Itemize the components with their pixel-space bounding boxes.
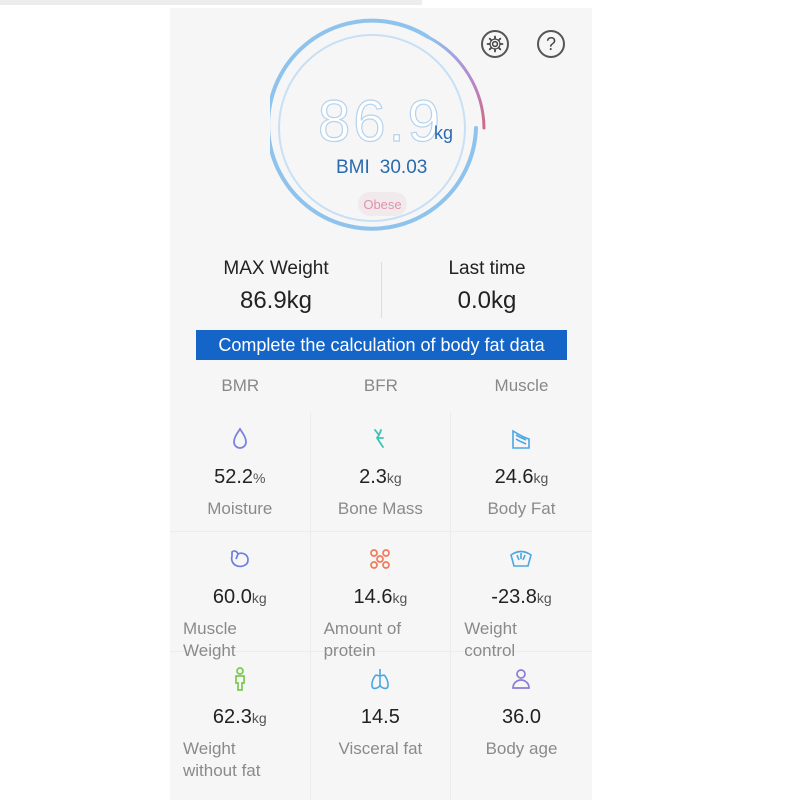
current-weight: 86.9 bbox=[317, 88, 443, 154]
body-fat-icon bbox=[512, 429, 531, 449]
max-weight-value: 86.9kg bbox=[239, 287, 313, 314]
settings-button[interactable] bbox=[481, 30, 509, 58]
metric-name: Moisture bbox=[207, 499, 273, 518]
metric-tabs: BMR BFR Muscle bbox=[170, 370, 592, 412]
help-button[interactable]: ? bbox=[537, 30, 565, 58]
body-metrics: BMR BFR Muscle 52.2% Moisture 2.3kg Bone… bbox=[170, 370, 592, 800]
metric-value: 14.6kg bbox=[353, 586, 408, 608]
last-time-label: Last time bbox=[448, 258, 526, 279]
metric-value: 24.6kg bbox=[494, 466, 549, 488]
max-weight-stat: MAX Weight 86.9kg bbox=[186, 258, 366, 315]
last-time-stat: Last time 0.0kg bbox=[397, 258, 577, 315]
scale-icon bbox=[510, 550, 533, 567]
body-fat-calculation-banner[interactable]: Complete the calculation of body fat dat… bbox=[196, 330, 567, 360]
metric-name: Bone Mass bbox=[337, 499, 423, 518]
bmi-value: 30.03 bbox=[379, 157, 428, 178]
metric-name: Body Fat bbox=[487, 499, 556, 518]
lungs-icon bbox=[371, 669, 390, 690]
metric-bone-mass[interactable]: 2.3kg Bone Mass bbox=[310, 412, 452, 532]
metric-muscle-weight[interactable]: 60.0kg Muscle Weight bbox=[170, 532, 311, 660]
metric-body-fat[interactable]: 24.6kg Body Fat bbox=[451, 412, 592, 532]
stat-divider bbox=[381, 262, 382, 318]
tab-muscle[interactable]: Muscle bbox=[451, 370, 592, 412]
weight-unit: kg bbox=[434, 123, 454, 143]
gear-icon bbox=[486, 35, 504, 53]
user-age-icon bbox=[512, 669, 531, 689]
max-weight-label: MAX Weight bbox=[223, 258, 329, 279]
bone-icon bbox=[374, 429, 385, 448]
metric-name: Weight without fat bbox=[183, 739, 261, 780]
metric-body-age[interactable]: 36.0 Body age bbox=[451, 652, 592, 800]
protein-molecule-icon bbox=[370, 549, 391, 569]
metric-value: 14.5 bbox=[360, 706, 400, 728]
person-icon bbox=[234, 667, 245, 691]
weight-header: ? 86.9 kg BMI 30.03 Obese MAX Weight 86.… bbox=[170, 8, 592, 368]
metric-value: 36.0 bbox=[502, 706, 541, 728]
metric-name: Visceral fat bbox=[338, 739, 423, 758]
metric-weight-without-fat[interactable]: 62.3kg Weight without fat bbox=[170, 652, 311, 800]
metric-grid: 52.2% Moisture 2.3kg Bone Mass 24.6kg Bo… bbox=[170, 412, 592, 800]
metric-value: 60.0kg bbox=[212, 586, 267, 608]
metric-value: 62.3kg bbox=[212, 706, 267, 728]
bmi-display: BMI 30.03 bbox=[336, 157, 427, 179]
metric-name: Body age bbox=[485, 739, 558, 758]
metric-visceral-fat[interactable]: 14.5 Visceral fat bbox=[311, 652, 452, 800]
status-badge: Obese bbox=[358, 192, 407, 216]
app-screen: ? 86.9 kg BMI 30.03 Obese MAX Weight 86.… bbox=[170, 8, 592, 800]
metric-value: 52.2% bbox=[214, 466, 266, 488]
tab-bmr[interactable]: BMR bbox=[170, 370, 311, 412]
muscle-arm-icon bbox=[230, 550, 249, 568]
water-drop-icon bbox=[232, 427, 247, 449]
metric-value: 2.3kg bbox=[359, 466, 402, 488]
metric-value: -23.8kg bbox=[491, 586, 552, 608]
question-mark-icon: ? bbox=[545, 33, 556, 54]
tab-bfr[interactable]: BFR bbox=[311, 370, 452, 412]
metric-moisture[interactable]: 52.2% Moisture bbox=[170, 412, 311, 532]
top-strip bbox=[0, 0, 422, 5]
metric-protein[interactable]: 14.6kg Amount of protein bbox=[310, 532, 452, 660]
bmi-label: BMI bbox=[336, 157, 370, 178]
metric-weight-control[interactable]: -23.8kg Weight control bbox=[451, 532, 592, 660]
last-time-value: 0.0kg bbox=[457, 287, 517, 314]
